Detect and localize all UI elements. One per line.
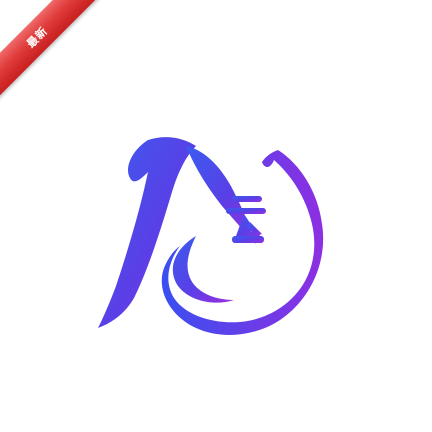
k-stem: [98, 137, 196, 328]
app-icon-canvas: 最新: [0, 0, 432, 432]
k-swoosh: [172, 236, 234, 303]
k-cloud-logo-icon: [98, 137, 324, 335]
